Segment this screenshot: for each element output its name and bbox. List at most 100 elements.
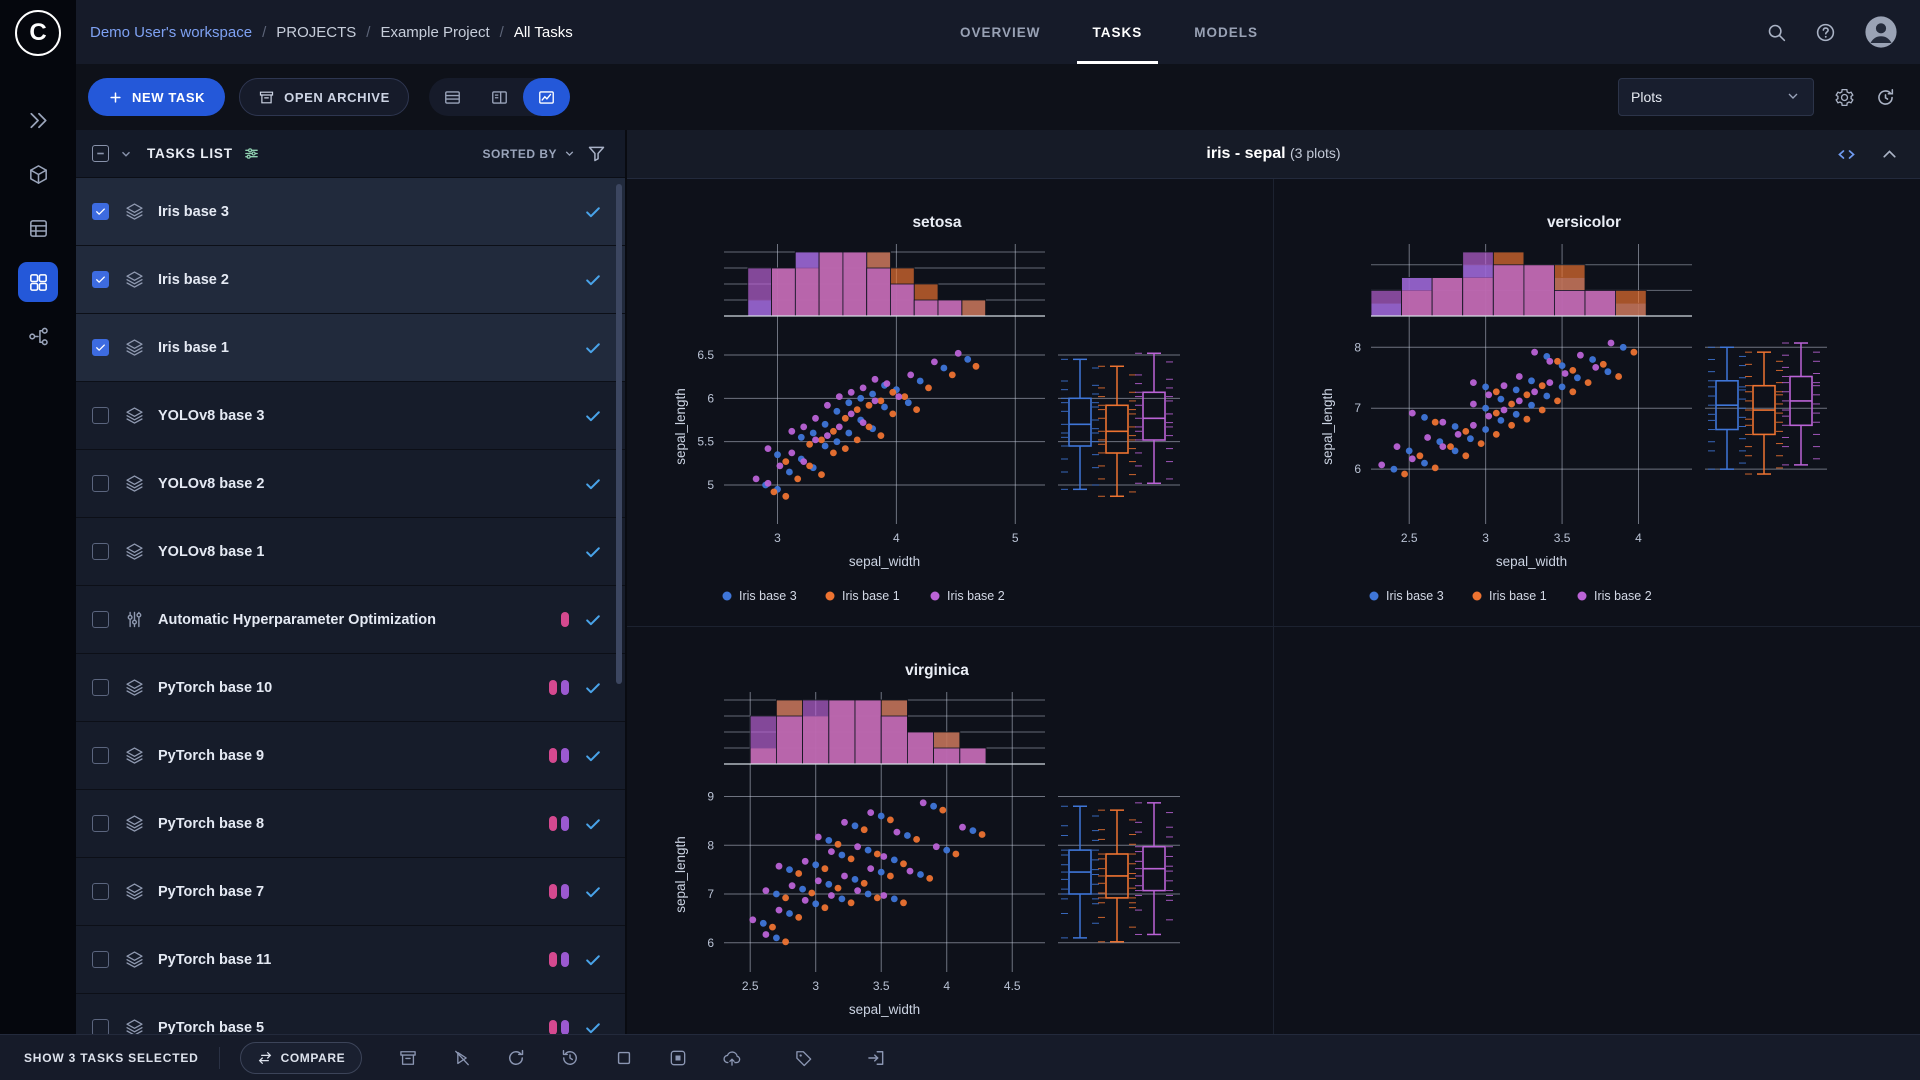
breadcrumb-projects[interactable]: PROJECTS [276, 24, 356, 41]
search-icon[interactable] [1766, 22, 1787, 43]
plot-cell-setosa[interactable]: 34555.566.5setosasepal_widthsepal_length… [627, 179, 1274, 626]
metric-dropdown-value: Plots [1631, 89, 1662, 105]
capture-icon[interactable] [668, 1048, 688, 1068]
svg-text:4: 4 [1635, 531, 1642, 545]
plots-view-icon[interactable] [523, 78, 570, 116]
show-selected-button[interactable]: SHOW 3 TASKS SELECTED [24, 1051, 199, 1065]
plots-title-text: iris - sepal [1206, 145, 1285, 162]
plots-count-text: (3 plots) [1290, 145, 1341, 161]
task-row[interactable]: PyTorch base 11 [76, 926, 625, 994]
open-archive-button[interactable]: OPEN ARCHIVE [239, 78, 409, 116]
tag-pill-pink [549, 748, 557, 763]
clearml-logo[interactable]: C [15, 10, 61, 56]
archive-icon[interactable] [398, 1048, 418, 1068]
task-row[interactable]: Automatic Hyperparameter Optimization [76, 586, 625, 654]
task-checkbox[interactable] [92, 883, 109, 900]
breadcrumb-workspace[interactable]: Demo User's workspace [90, 24, 252, 41]
task-checkbox[interactable] [92, 475, 109, 492]
sorted-by-button[interactable]: SORTED BY [482, 147, 576, 161]
sidebar-item-datasets[interactable] [18, 208, 58, 248]
svg-text:3: 3 [1482, 531, 1489, 545]
task-checkbox[interactable] [92, 1019, 109, 1034]
tab-overview[interactable]: OVERVIEW [934, 0, 1067, 64]
history-icon[interactable] [560, 1048, 580, 1068]
task-checkbox[interactable] [92, 815, 109, 832]
embed-code-icon[interactable] [1836, 144, 1857, 165]
compare-icon [257, 1050, 273, 1066]
tab-tasks[interactable]: TASKS [1067, 0, 1169, 64]
task-checkbox[interactable] [92, 271, 109, 288]
datasets-icon [27, 217, 50, 240]
task-checkbox[interactable] [92, 679, 109, 696]
task-row[interactable]: Iris base 1 [76, 314, 625, 382]
task-row[interactable]: PyTorch base 7 [76, 858, 625, 926]
new-task-label: NEW TASK [132, 90, 205, 105]
task-row[interactable]: PyTorch base 10 [76, 654, 625, 722]
view-mode-toggle [429, 78, 570, 116]
sidebar-item-dashboard[interactable] [18, 100, 58, 140]
tasks-scrollbar[interactable] [616, 184, 622, 684]
move-to-project-icon[interactable] [866, 1048, 886, 1068]
task-row[interactable]: PyTorch base 9 [76, 722, 625, 790]
settings-gear-icon[interactable] [1834, 87, 1855, 108]
tag-pill-pink [549, 816, 557, 831]
status-completed-icon [583, 474, 603, 494]
main-tabs: OVERVIEW TASKS MODELS [934, 0, 1284, 64]
status-completed-icon [583, 950, 603, 970]
task-row[interactable]: PyTorch base 8 [76, 790, 625, 858]
plot-cell-versicolor[interactable]: 2.533.54678versicolorsepal_widthsepal_le… [1274, 179, 1920, 626]
task-checkbox[interactable] [92, 407, 109, 424]
task-checkbox[interactable] [92, 747, 109, 764]
sidebar-item-pipelines[interactable] [18, 316, 58, 356]
task-checkbox[interactable] [92, 951, 109, 968]
task-checkbox[interactable] [92, 543, 109, 560]
publish-icon[interactable] [722, 1048, 742, 1068]
reset-icon[interactable] [506, 1048, 526, 1068]
svg-text:3.5: 3.5 [1553, 531, 1570, 545]
tags-icon[interactable] [794, 1048, 814, 1068]
task-checkbox[interactable] [92, 611, 109, 628]
task-row[interactable]: PyTorch base 5 [76, 994, 625, 1034]
dequeue-icon[interactable] [452, 1048, 472, 1068]
task-row[interactable]: YOLOv8 base 2 [76, 450, 625, 518]
sidebar-item-projects[interactable] [18, 154, 58, 194]
plots-panel-header: iris - sepal (3 plots) [627, 130, 1920, 179]
help-icon[interactable] [1815, 22, 1836, 43]
task-row[interactable]: Iris base 3 [76, 178, 625, 246]
breadcrumb-page: All Tasks [514, 24, 573, 41]
compare-button[interactable]: COMPARE [240, 1042, 363, 1074]
status-completed-icon [583, 814, 603, 834]
task-checkbox[interactable] [92, 339, 109, 356]
tag-pill-purple [561, 1020, 569, 1034]
filter-funnel-icon[interactable] [586, 143, 607, 164]
svg-text:6.5: 6.5 [697, 348, 714, 362]
table-view-icon[interactable] [429, 78, 476, 116]
bottom-action-bar: SHOW 3 TASKS SELECTED COMPARE [0, 1034, 1920, 1080]
select-all-checkbox[interactable] [92, 145, 109, 162]
split-view-icon[interactable] [476, 78, 523, 116]
avatar[interactable] [1864, 15, 1898, 49]
abort-icon[interactable] [614, 1048, 634, 1068]
task-row[interactable]: YOLOv8 base 1 [76, 518, 625, 586]
new-task-button[interactable]: NEW TASK [88, 78, 225, 116]
column-filters-icon[interactable] [243, 145, 260, 162]
auto-refresh-icon[interactable] [1875, 87, 1896, 108]
tab-models[interactable]: MODELS [1168, 0, 1284, 64]
task-row[interactable]: Iris base 2 [76, 246, 625, 314]
status-completed-icon [583, 678, 603, 698]
tag-pill-purple [561, 680, 569, 695]
content-area: TASKS LIST SORTED BY Iris base 3Iris bas… [76, 130, 1920, 1034]
svg-text:7: 7 [1354, 401, 1361, 415]
tasks-list-title: TASKS LIST [147, 146, 233, 161]
metric-dropdown[interactable]: Plots [1618, 78, 1814, 116]
plots-panel: iris - sepal (3 plots) 34555.566.5setosa… [627, 130, 1920, 1034]
collapse-chevron-up-icon[interactable] [1879, 144, 1900, 165]
chevron-down-icon[interactable] [119, 147, 133, 161]
task-checkbox[interactable] [92, 203, 109, 220]
sidebar-item-applications[interactable] [18, 262, 58, 302]
breadcrumb-project[interactable]: Example Project [380, 24, 489, 41]
plot-cell-virginica[interactable]: 2.533.544.56789virginicasepal_widthsepal… [627, 626, 1274, 1034]
svg-text:6: 6 [707, 936, 714, 950]
rail-icons [18, 86, 58, 370]
task-row[interactable]: YOLOv8 base 3 [76, 382, 625, 450]
